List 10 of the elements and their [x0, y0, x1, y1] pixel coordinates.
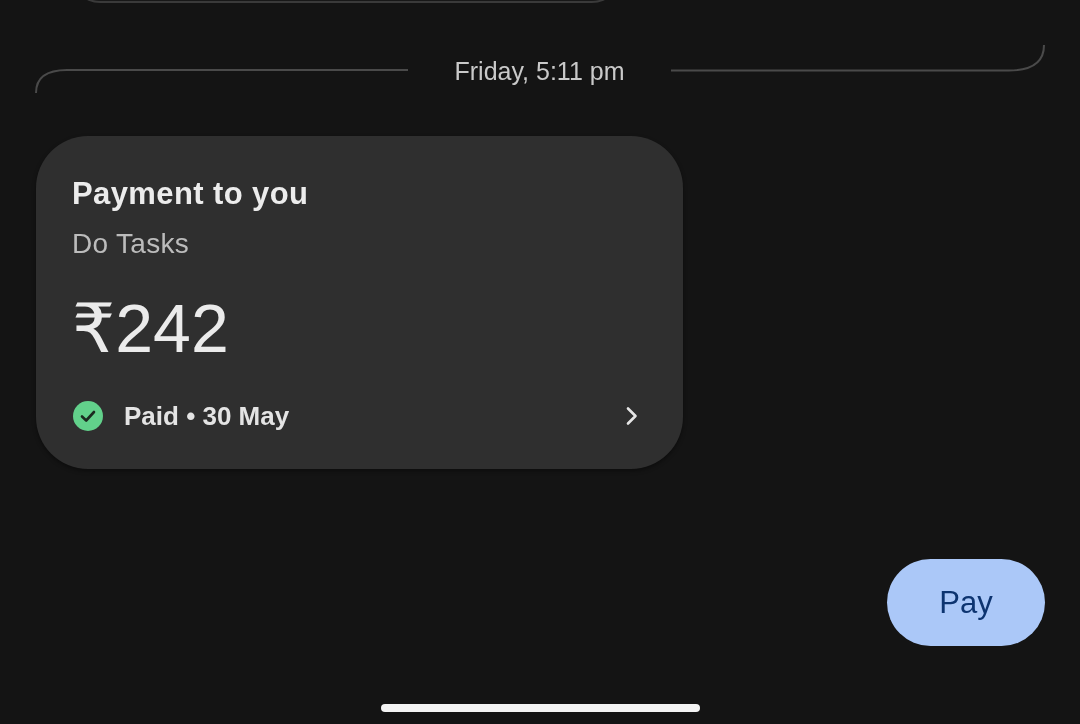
payment-card[interactable]: Payment to you Do Tasks ₹242 Paid • 30 May	[36, 136, 683, 469]
payment-status: Paid • 30 May	[124, 400, 290, 433]
payment-subtitle: Do Tasks	[72, 227, 190, 261]
home-indicator[interactable]	[380, 704, 700, 712]
payment-amount: ₹242	[72, 289, 229, 368]
chevron-right-icon	[625, 406, 639, 426]
pay-button[interactable]: Pay	[887, 559, 1045, 646]
date-separator-label: Friday, 5:11 pm	[453, 56, 626, 86]
check-circle-icon	[73, 401, 103, 431]
payment-title: Payment to you	[72, 175, 309, 213]
